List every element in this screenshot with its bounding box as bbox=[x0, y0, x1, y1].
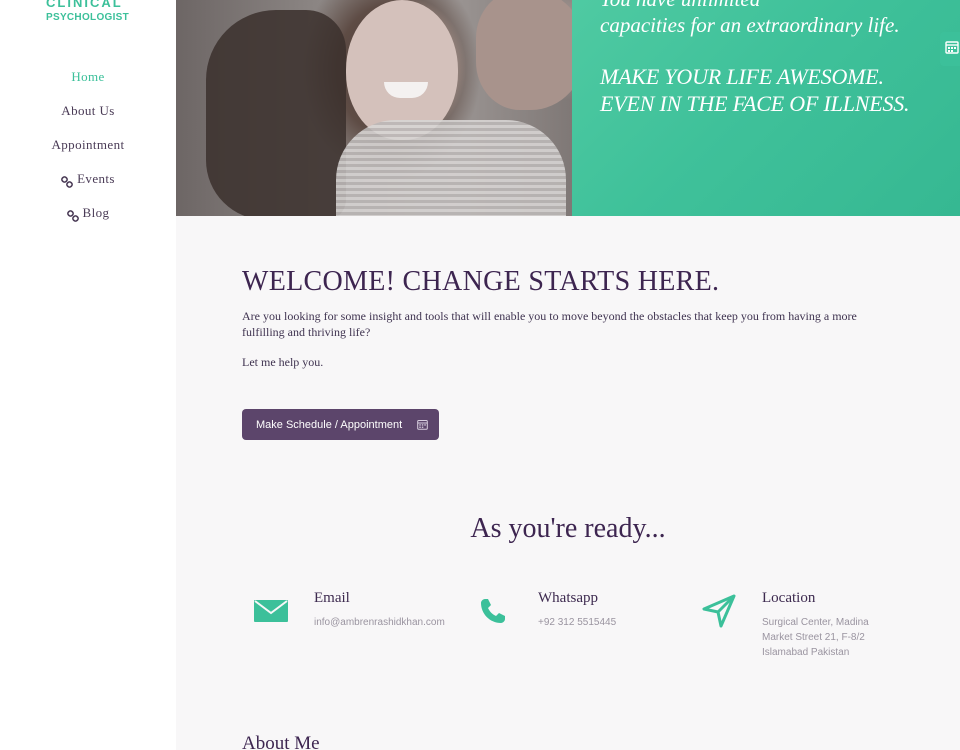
contact-line: Surgical Center, Madina bbox=[762, 617, 869, 628]
about-me-title: About Me bbox=[242, 733, 320, 750]
nav-item-label: Home bbox=[71, 69, 105, 84]
button-label: Make Schedule / Appointment bbox=[256, 418, 403, 431]
calendar-icon bbox=[945, 40, 959, 59]
hero-quote-line1: You have unlimited bbox=[600, 0, 760, 12]
main-nav: Home About Us Appointment Events Blog bbox=[0, 66, 176, 236]
nav-item-label: Events bbox=[77, 171, 115, 186]
nav-item-about-us[interactable]: About Us bbox=[0, 100, 176, 134]
contact-line: +92 312 5515445 bbox=[538, 617, 617, 628]
welcome-title: WELCOME! CHANGE STARTS HERE. bbox=[242, 266, 720, 297]
photo-shirt bbox=[336, 120, 566, 216]
ready-title: As you're ready... bbox=[470, 513, 666, 544]
calendar-icon bbox=[417, 419, 428, 433]
contact-line: Market Street 21, F-8/2 bbox=[762, 632, 865, 643]
nav-item-label: Blog bbox=[82, 205, 110, 220]
link-icon bbox=[66, 207, 79, 222]
nav-item-label: About Us bbox=[61, 103, 115, 118]
contact-line: Islamabad Pakistan bbox=[762, 647, 850, 658]
contact-whatsapp-value[interactable]: +92 312 5515445 bbox=[538, 615, 616, 630]
welcome-intro: Are you looking for some insight and too… bbox=[242, 309, 857, 339]
logo-line1: CLINICAL bbox=[46, 0, 123, 10]
hero-photo bbox=[176, 0, 572, 216]
location-arrow-icon bbox=[702, 590, 736, 633]
photo-hair bbox=[206, 10, 346, 216]
make-appointment-button[interactable]: Make Schedule / Appointment bbox=[242, 409, 439, 440]
nav-item-home[interactable]: Home bbox=[0, 66, 176, 100]
link-icon bbox=[61, 173, 74, 188]
contact-line: info@ambrenrashidkhan.com bbox=[314, 617, 445, 628]
hero-headline-line1: MAKE YOUR LIFE AWESOME. bbox=[600, 64, 884, 89]
sidebar: CLINICAL PSYCHOLOGIST Home About Us Appo… bbox=[0, 0, 176, 750]
hero-headline-line2: EVEN IN THE FACE OF ILLNESS. bbox=[600, 91, 910, 116]
photo-face bbox=[346, 0, 458, 140]
photo-man bbox=[476, 0, 572, 110]
contact-title: Email bbox=[314, 590, 350, 606]
contact-title: Whatsapp bbox=[538, 590, 598, 606]
hero-quote-line2: capacities for an extraordinary life. bbox=[600, 13, 900, 37]
contact-email-value[interactable]: info@ambrenrashidkhan.com bbox=[314, 615, 445, 630]
main-content: WELCOME! CHANGE STARTS HERE. Are you loo… bbox=[176, 216, 960, 750]
envelope-icon bbox=[254, 590, 288, 627]
logo-line2: PSYCHOLOGIST bbox=[46, 12, 130, 23]
nav-item-blog[interactable]: Blog bbox=[0, 202, 176, 236]
nav-item-label: Appointment bbox=[51, 137, 125, 152]
hero-quote-panel: You have unlimited capacities for an ext… bbox=[572, 0, 960, 216]
contact-location-value: Surgical Center, Madina Market Street 21… bbox=[762, 615, 869, 660]
welcome-help-text: Let me help you. bbox=[242, 355, 324, 369]
calendar-tab-button[interactable] bbox=[940, 32, 960, 66]
nav-item-events[interactable]: Events bbox=[0, 168, 176, 202]
phone-icon bbox=[478, 590, 508, 631]
nav-item-appointment[interactable]: Appointment bbox=[0, 134, 176, 168]
contact-title: Location bbox=[762, 590, 816, 606]
